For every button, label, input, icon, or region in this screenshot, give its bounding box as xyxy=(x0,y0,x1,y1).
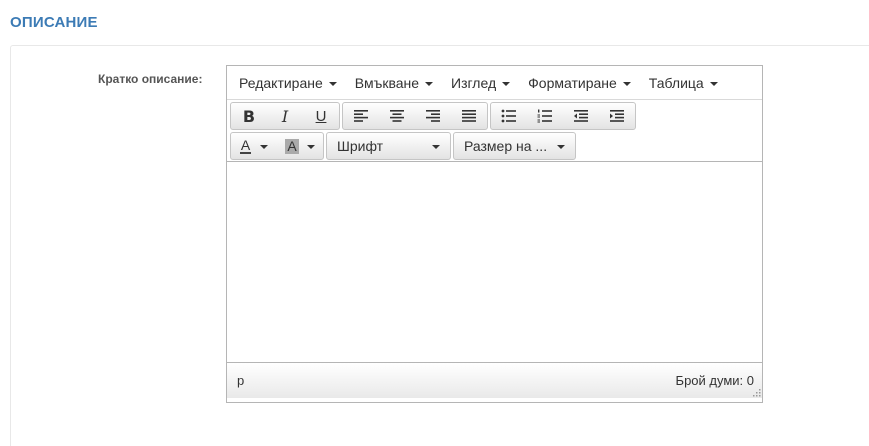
editor-toolbar: B I U A A Шрифт Размер на ... xyxy=(227,100,762,162)
menu-table[interactable]: Таблица xyxy=(641,66,726,99)
align-left-icon xyxy=(354,110,368,122)
short-description-label: Кратко описание: xyxy=(98,72,203,86)
menu-table-label: Таблица xyxy=(648,74,704,91)
caret-down-icon xyxy=(709,81,718,86)
caret-down-icon xyxy=(432,145,440,149)
rich-text-editor: Редактиране Вмъкване Изглед Форматиране … xyxy=(226,65,763,403)
font-size-value: Размер на ... xyxy=(464,138,548,154)
menu-edit[interactable]: Редактиране xyxy=(231,66,345,99)
background-color-icon: A xyxy=(285,137,299,154)
menu-format[interactable]: Форматиране xyxy=(520,66,639,99)
menu-view[interactable]: Изглед xyxy=(443,66,518,99)
caret-down-icon xyxy=(557,145,565,149)
menu-view-label: Изглед xyxy=(451,74,497,91)
caret-down-icon[interactable] xyxy=(306,145,315,149)
caret-down-icon xyxy=(622,81,631,86)
caret-down-icon[interactable] xyxy=(260,145,269,149)
list-indent-group xyxy=(490,102,636,130)
numbered-list-icon xyxy=(537,109,552,123)
color-group: A A xyxy=(230,132,324,160)
font-family-value: Шрифт xyxy=(337,138,384,154)
word-count: Брой думи: 0 xyxy=(675,373,754,388)
align-justify-button[interactable] xyxy=(451,103,487,129)
menu-format-label: Форматиране xyxy=(528,74,617,91)
indent-icon xyxy=(610,110,624,122)
menu-edit-label: Редактиране xyxy=(239,74,323,91)
menu-insert-label: Вмъкване xyxy=(354,74,420,91)
resize-handle-icon[interactable] xyxy=(751,387,761,397)
align-center-icon xyxy=(390,110,404,122)
font-family-select[interactable]: Шрифт xyxy=(326,132,451,160)
align-right-icon xyxy=(426,110,440,122)
underline-button[interactable]: U xyxy=(303,103,339,129)
section-title: ОПИСАНИЕ xyxy=(10,14,98,31)
align-right-button[interactable] xyxy=(415,103,451,129)
bold-button[interactable]: B xyxy=(231,103,267,129)
menu-insert[interactable]: Вмъкване xyxy=(347,66,441,99)
background-color-button[interactable]: A xyxy=(277,133,323,159)
align-justify-icon xyxy=(462,110,476,122)
caret-down-icon xyxy=(328,81,337,86)
numbered-list-button[interactable] xyxy=(527,103,563,129)
outdent-button[interactable] xyxy=(563,103,599,129)
indent-button[interactable] xyxy=(599,103,635,129)
alignment-group xyxy=(342,102,488,130)
align-left-button[interactable] xyxy=(343,103,379,129)
editor-menubar: Редактиране Вмъкване Изглед Форматиране … xyxy=(227,66,762,100)
element-path[interactable]: p xyxy=(237,373,244,388)
text-color-icon: A xyxy=(239,137,252,154)
bullet-list-button[interactable] xyxy=(491,103,527,129)
editor-content-area[interactable] xyxy=(227,162,762,362)
align-center-button[interactable] xyxy=(379,103,415,129)
italic-button[interactable]: I xyxy=(267,103,303,129)
bullet-list-icon xyxy=(501,109,516,123)
caret-down-icon xyxy=(425,81,434,86)
font-size-select[interactable]: Размер на ... xyxy=(453,132,576,160)
editor-statusbar: p Брой думи: 0 xyxy=(227,362,762,398)
caret-down-icon xyxy=(502,81,511,86)
outdent-icon xyxy=(574,110,588,122)
text-style-group: B I U xyxy=(230,102,340,130)
text-color-button[interactable]: A xyxy=(231,133,277,159)
